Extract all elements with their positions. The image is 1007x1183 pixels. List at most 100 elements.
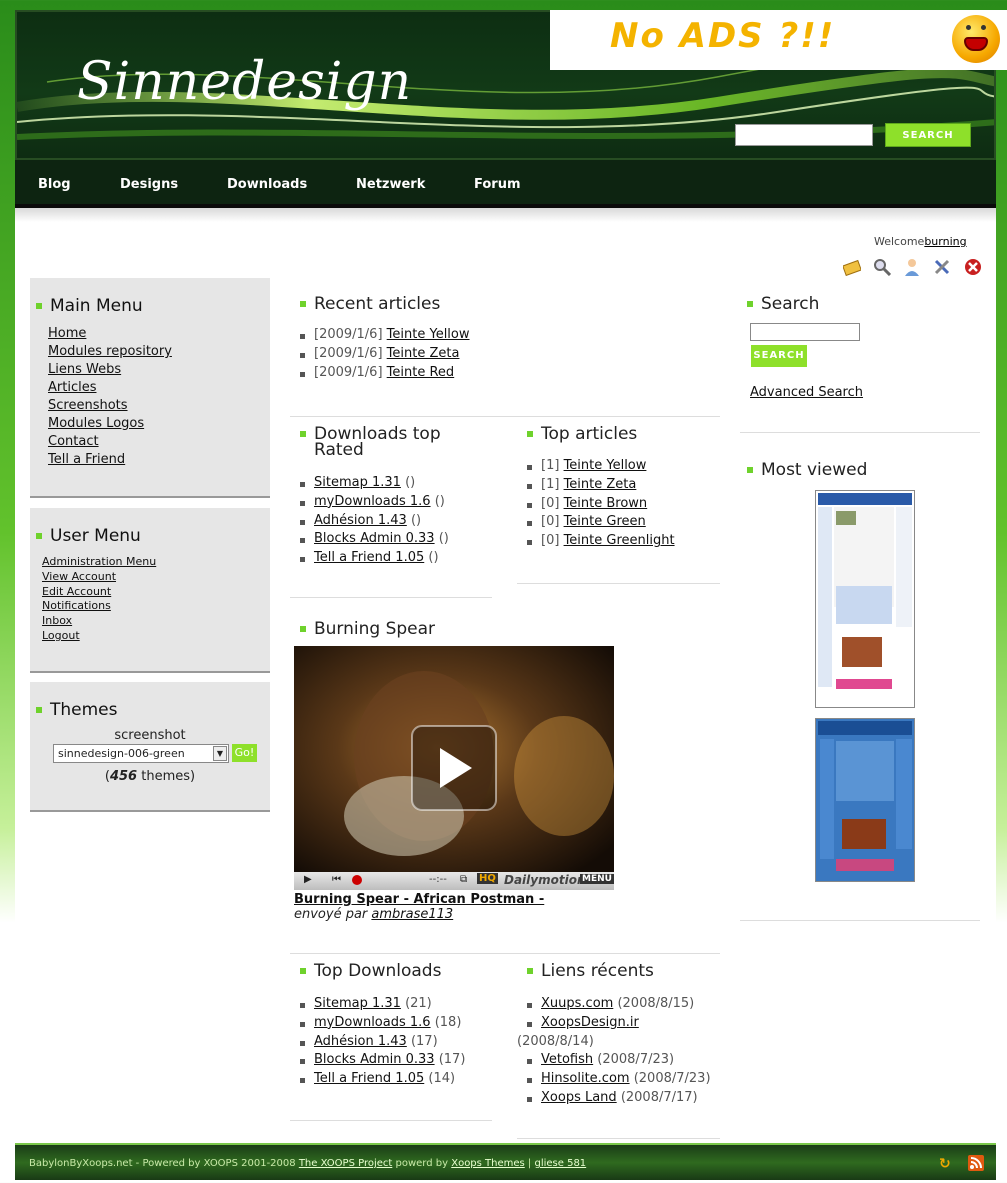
article-link[interactable]: Teinte Brown [564, 496, 648, 511]
article-date: [2009/1/6] [314, 364, 383, 380]
download-link[interactable]: Tell a Friend 1.05 [314, 1071, 424, 1086]
article-link[interactable]: Teinte Red [387, 365, 455, 380]
footer-powerd-text: powerd by [392, 1158, 452, 1169]
article-rank: [0] [541, 533, 560, 549]
hq-button[interactable]: HQ [477, 873, 498, 884]
volume-icon[interactable] [352, 875, 362, 885]
divider [517, 1138, 720, 1139]
user-menu-logout[interactable]: Logout [42, 629, 80, 642]
download-link[interactable]: Blocks Admin 0.33 [314, 531, 435, 546]
menu-item-modules-repository[interactable]: Modules repository [48, 344, 172, 359]
recent-link[interactable]: Xoops Land [541, 1090, 617, 1105]
advanced-search-link[interactable]: Advanced Search [750, 385, 982, 400]
top-articles-title: Top articles [517, 426, 722, 443]
main-menu-block: Main Menu Home Modules repository Liens … [30, 278, 270, 498]
header-search-button[interactable]: Search [885, 123, 971, 147]
footer-themes-link[interactable]: Xoops Themes [451, 1158, 525, 1169]
menu-item-tell-a-friend[interactable]: Tell a Friend [48, 452, 125, 467]
article-link[interactable]: Teinte Greenlight [564, 533, 675, 548]
nav-designs[interactable]: Designs [120, 177, 178, 192]
nav-blog[interactable]: Blog [38, 177, 71, 192]
recent-link[interactable]: Xuups.com [541, 996, 613, 1011]
footer-xoops-link[interactable]: The XOOPS Project [299, 1158, 393, 1169]
recent-link[interactable]: XoopsDesign.ir [541, 1015, 639, 1030]
menu-item-home[interactable]: Home [48, 326, 86, 341]
video-menu-button[interactable]: MENU [580, 874, 614, 884]
download-link[interactable]: Sitemap 1.31 [314, 996, 401, 1011]
menu-item-modules-logos[interactable]: Modules Logos [48, 416, 144, 431]
user-menu-notifications[interactable]: Notifications [42, 599, 111, 612]
download-link[interactable]: Blocks Admin 0.33 [314, 1052, 435, 1067]
article-link[interactable]: Teinte Yellow [387, 327, 470, 342]
recent-link[interactable]: Vetofish [541, 1052, 593, 1067]
theme-go-button[interactable]: Go! [232, 744, 257, 762]
refresh-icon[interactable]: ↻ [939, 1156, 951, 1172]
theme-select[interactable]: sinnedesign-006-green ▼ [53, 744, 229, 763]
video-caption-link[interactable]: Burning Spear - African Postman - [294, 892, 544, 907]
article-link[interactable]: Teinte Yellow [564, 458, 647, 473]
menu-item-contact[interactable]: Contact [48, 434, 99, 449]
video-author-link[interactable]: ambrase113 [371, 907, 453, 922]
article-link[interactable]: Teinte Zeta [387, 346, 460, 361]
article-rank: [1] [541, 476, 560, 492]
user-icon[interactable] [903, 258, 921, 276]
list-item: [1] Teinte Yellow [517, 457, 722, 476]
shouting-smiley-icon [952, 15, 1000, 63]
user-menu-edit-account[interactable]: Edit Account [42, 585, 111, 598]
list-item: [2009/1/6] Teinte Red [290, 364, 720, 383]
top-downloads-block: Top Downloads Sitemap 1.31 (21) myDownlo… [290, 963, 490, 1089]
skip-back-icon[interactable]: ⏮ [332, 874, 341, 885]
top-articles-list: [1] Teinte Yellow [1] Teinte Zeta [0] Te… [517, 457, 722, 551]
download-link[interactable]: myDownloads 1.6 [314, 494, 431, 509]
search-block-button[interactable]: Search [751, 345, 807, 367]
search-icon[interactable] [873, 258, 892, 277]
site-footer: BabylonByXoops.net - Powered by XOOPS 20… [15, 1143, 996, 1180]
download-link[interactable]: Tell a Friend 1.05 [314, 550, 424, 565]
user-menu-inbox[interactable]: Inbox [42, 614, 72, 627]
admin-tools-icon[interactable] [933, 258, 951, 276]
logout-icon[interactable] [964, 258, 982, 276]
footer-gliese-link[interactable]: gliese 581 [534, 1158, 586, 1169]
main-nav: Blog Designs Downloads Netzwerk Forum [15, 160, 996, 208]
menu-item-screenshots[interactable]: Screenshots [48, 398, 128, 413]
list-item: myDownloads 1.6 (18) [290, 1014, 490, 1033]
site-logo[interactable]: Sinnedesign [77, 52, 412, 112]
search-block-input[interactable] [750, 323, 860, 341]
menu-item-liens-webs[interactable]: Liens Webs [48, 362, 121, 377]
link-date: (2008/7/17) [620, 1089, 698, 1105]
play-button-icon[interactable]: ▶ [304, 874, 312, 885]
no-ads-banner[interactable]: No ADS ?!! [550, 10, 1007, 70]
nav-downloads[interactable]: Downloads [227, 177, 307, 192]
themes-caption: screenshot [114, 728, 186, 743]
inbox-icon[interactable] [842, 258, 862, 277]
list-item: [1] Teinte Zeta [517, 476, 722, 495]
download-link[interactable]: myDownloads 1.6 [314, 1015, 431, 1030]
download-count: (17) [410, 1033, 438, 1049]
list-item: Tell a Friend 1.05 () [290, 549, 490, 568]
header-search-input[interactable] [735, 124, 873, 146]
download-link[interactable]: Adhésion 1.43 [314, 513, 407, 528]
user-menu-view-account[interactable]: View Account [42, 570, 116, 583]
recent-link[interactable]: Hinsolite.com [541, 1071, 630, 1086]
article-link[interactable]: Teinte Green [564, 514, 646, 529]
themes-count: (456 themes) [30, 769, 270, 784]
downloads-top-rated-block: Downloads top Rated Sitemap 1.31 () myDo… [290, 426, 490, 568]
download-link[interactable]: Adhésion 1.43 [314, 1034, 407, 1049]
most-viewed-thumbnail-1[interactable] [815, 490, 915, 708]
user-menu-administration[interactable]: Administration Menu [42, 555, 156, 568]
menu-item-articles[interactable]: Articles [48, 380, 96, 395]
popout-icon[interactable]: ⧉ [460, 874, 467, 885]
themes-block: Themes screenshot sinnedesign-006-green … [30, 682, 270, 812]
nav-forum[interactable]: Forum [474, 177, 521, 192]
video-time: --:-- [429, 874, 447, 885]
video-player[interactable]: ▶ ⏮ --:-- ⧉ HQ Dailymotion MENU [294, 646, 614, 890]
most-viewed-thumbnail-2[interactable] [815, 718, 915, 882]
main-menu-title: Main Menu [30, 296, 270, 316]
user-toolbar [842, 258, 990, 277]
download-link[interactable]: Sitemap 1.31 [314, 475, 401, 490]
chevron-down-icon[interactable]: ▼ [213, 746, 227, 761]
rss-feed-icon[interactable] [968, 1155, 984, 1171]
username-link[interactable]: burning [924, 235, 966, 248]
article-link[interactable]: Teinte Zeta [564, 477, 637, 492]
nav-netzwerk[interactable]: Netzwerk [356, 177, 425, 192]
